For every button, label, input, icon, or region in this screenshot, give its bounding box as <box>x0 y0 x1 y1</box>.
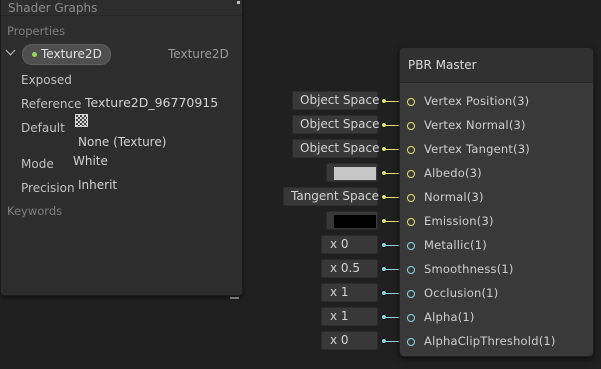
slot-smoothness[interactable]: Smoothness(1) <box>400 259 593 283</box>
vertex-tangent-space-input[interactable]: Object Space <box>292 139 379 158</box>
slot-label: Vertex Position(3) <box>424 94 530 108</box>
reference-label: Reference <box>21 97 82 111</box>
vector1-port-icon[interactable] <box>407 338 415 346</box>
emission-color-swatch[interactable] <box>334 215 376 228</box>
resize-handle-icon[interactable] <box>230 297 239 299</box>
slot-alpha-clip-threshold[interactable]: AlphaClipThreshold(1) <box>400 331 593 355</box>
slot-normal[interactable]: Normal(3) <box>400 187 593 211</box>
keywords-section-label: Keywords <box>7 204 63 218</box>
albedo-color-input[interactable] <box>326 163 378 182</box>
pbr-master-node[interactable]: PBR Master Vertex Position(3) Vertex Nor… <box>399 47 594 357</box>
slot-label: Occlusion(1) <box>424 286 499 300</box>
precision-label: Precision <box>21 181 75 195</box>
alpha-value-input[interactable]: x 1 <box>321 307 378 326</box>
slot-label: Smoothness(1) <box>424 262 514 276</box>
vector3-port-icon[interactable] <box>407 194 415 202</box>
slot-label: Normal(3) <box>424 190 484 204</box>
blackboard-panel: Shader Graphs Properties Texture2D Textu… <box>0 0 243 296</box>
blackboard-title: Shader Graphs <box>8 1 98 15</box>
default-texture-field[interactable]: None (Texture) <box>78 135 166 149</box>
exposed-dot-icon <box>32 52 37 57</box>
vector1-port-icon[interactable] <box>407 290 415 298</box>
exposed-label: Exposed <box>21 73 72 87</box>
slot-label: Albedo(3) <box>424 166 482 180</box>
reference-field[interactable]: Texture2D_96770915 <box>85 95 218 110</box>
slot-label: AlphaClipThreshold(1) <box>424 334 556 348</box>
slot-alpha[interactable]: Alpha(1) <box>400 307 593 331</box>
slot-occlusion[interactable]: Occlusion(1) <box>400 283 593 307</box>
vector3-port-icon[interactable] <box>407 218 415 226</box>
header-divider <box>1 15 242 16</box>
slot-label: Alpha(1) <box>424 310 475 324</box>
normal-space-input[interactable]: Tangent Space <box>283 187 379 206</box>
vertex-position-space-input[interactable]: Object Space <box>292 91 379 110</box>
alpha-clip-value-input[interactable]: x 0 <box>321 331 378 350</box>
node-title: PBR Master <box>408 58 477 72</box>
slot-metallic[interactable]: Metallic(1) <box>400 235 593 259</box>
property-type: Texture2D <box>168 47 229 61</box>
vector3-port-icon[interactable] <box>407 98 415 106</box>
default-label: Default <box>21 121 65 135</box>
mode-dropdown[interactable]: White <box>73 154 108 168</box>
property-name: Texture2D <box>41 47 102 61</box>
slot-label: Vertex Normal(3) <box>424 118 526 132</box>
metallic-value-input[interactable]: x 0 <box>321 235 378 254</box>
vertex-normal-space-input[interactable]: Object Space <box>292 115 379 134</box>
slot-label: Vertex Tangent(3) <box>424 142 530 156</box>
albedo-color-swatch[interactable] <box>334 167 376 180</box>
vector3-port-icon[interactable] <box>407 122 415 130</box>
node-header[interactable]: PBR Master <box>400 48 593 83</box>
vector1-port-icon[interactable] <box>407 266 415 274</box>
slot-albedo[interactable]: Albedo(3) <box>400 163 593 187</box>
slot-emission[interactable]: Emission(3) <box>400 211 593 235</box>
precision-dropdown[interactable]: Inherit <box>78 178 117 192</box>
slot-label: Metallic(1) <box>424 238 487 252</box>
slot-vertex-tangent[interactable]: Vertex Tangent(3) <box>400 139 593 163</box>
properties-section-label: Properties <box>7 24 66 38</box>
occlusion-value-input[interactable]: x 1 <box>321 283 378 302</box>
texture-preview-icon[interactable] <box>75 114 88 127</box>
chevron-down-icon[interactable] <box>5 45 16 56</box>
vector1-port-icon[interactable] <box>407 314 415 322</box>
slot-vertex-normal[interactable]: Vertex Normal(3) <box>400 115 593 139</box>
property-pill-texture2d[interactable]: Texture2D <box>22 44 111 65</box>
vector1-port-icon[interactable] <box>407 242 415 250</box>
slot-vertex-position[interactable]: Vertex Position(3) <box>400 91 593 115</box>
vector3-port-icon[interactable] <box>407 170 415 178</box>
add-property-icon[interactable] <box>237 1 240 4</box>
smoothness-value-input[interactable]: x 0.5 <box>321 259 378 278</box>
slot-label: Emission(3) <box>424 214 494 228</box>
vector3-port-icon[interactable] <box>407 146 415 154</box>
emission-color-input[interactable] <box>326 211 378 230</box>
mode-label: Mode <box>21 157 54 171</box>
